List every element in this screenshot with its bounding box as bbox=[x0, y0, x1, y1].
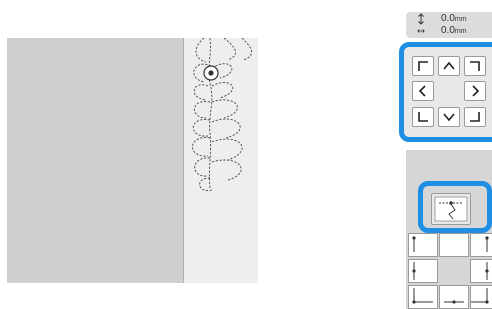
stitch-point-highlight bbox=[418, 181, 492, 233]
corner-down-right-icon bbox=[470, 112, 480, 122]
start-point-top-center-button[interactable] bbox=[439, 233, 469, 257]
pin-top-right-icon bbox=[485, 236, 489, 252]
position-readout: 0.0mm 0.0mm bbox=[406, 12, 492, 38]
control-panel: 0.0mm 0.0mm bbox=[395, 0, 492, 309]
corner-down-left-icon bbox=[418, 112, 428, 122]
horizontal-offset-value: 0.0mm bbox=[441, 25, 467, 36]
move-down-left-button[interactable] bbox=[412, 107, 434, 127]
pin-middle-right-icon bbox=[485, 262, 489, 280]
start-point-middle-left-button[interactable] bbox=[408, 259, 438, 283]
chevron-right-icon bbox=[472, 85, 480, 97]
start-point-marker bbox=[203, 65, 219, 81]
start-point-top-right-button[interactable] bbox=[470, 233, 492, 257]
direction-pad bbox=[399, 42, 492, 142]
horizontal-arrows-icon bbox=[417, 29, 425, 33]
pin-top-center-icon bbox=[440, 234, 468, 256]
start-point-bottom-center-button[interactable] bbox=[439, 285, 469, 309]
vertical-offset-row: 0.0mm bbox=[406, 13, 492, 25]
move-left-button[interactable] bbox=[412, 81, 434, 101]
move-up-left-button[interactable] bbox=[412, 56, 434, 76]
move-up-button[interactable] bbox=[438, 56, 460, 76]
move-down-right-button[interactable] bbox=[464, 107, 486, 127]
move-right-button[interactable] bbox=[464, 81, 486, 101]
pin-middle-left-icon bbox=[412, 262, 416, 280]
pin-bottom-left-icon bbox=[412, 288, 433, 304]
corner-up-right-icon bbox=[470, 61, 480, 71]
move-up-right-button[interactable] bbox=[464, 56, 486, 76]
start-point-middle-right-button[interactable] bbox=[470, 259, 492, 283]
stitch-strip bbox=[183, 38, 258, 283]
pattern-preview bbox=[7, 38, 258, 283]
chevron-down-icon bbox=[443, 113, 455, 122]
chevron-left-icon bbox=[418, 85, 426, 97]
corner-up-left-icon bbox=[418, 61, 428, 71]
chevron-up-icon bbox=[443, 61, 455, 70]
pin-top-left-icon bbox=[412, 236, 416, 252]
pin-bottom-center-icon bbox=[444, 300, 464, 304]
start-point-top-left-button[interactable] bbox=[408, 233, 438, 257]
pin-bottom-right-icon bbox=[471, 288, 489, 304]
start-point-bottom-left-button[interactable] bbox=[408, 285, 438, 309]
feather-pattern-graphic bbox=[192, 38, 253, 192]
stitch-start-point-icon bbox=[434, 196, 468, 222]
horizontal-offset-row: 0.0mm bbox=[406, 25, 492, 37]
vertical-arrows-icon bbox=[418, 13, 424, 25]
start-point-bottom-right-button[interactable] bbox=[470, 285, 492, 309]
fabric-area bbox=[7, 38, 183, 283]
move-down-button[interactable] bbox=[438, 107, 460, 127]
stitch-start-point-button[interactable] bbox=[431, 193, 471, 225]
